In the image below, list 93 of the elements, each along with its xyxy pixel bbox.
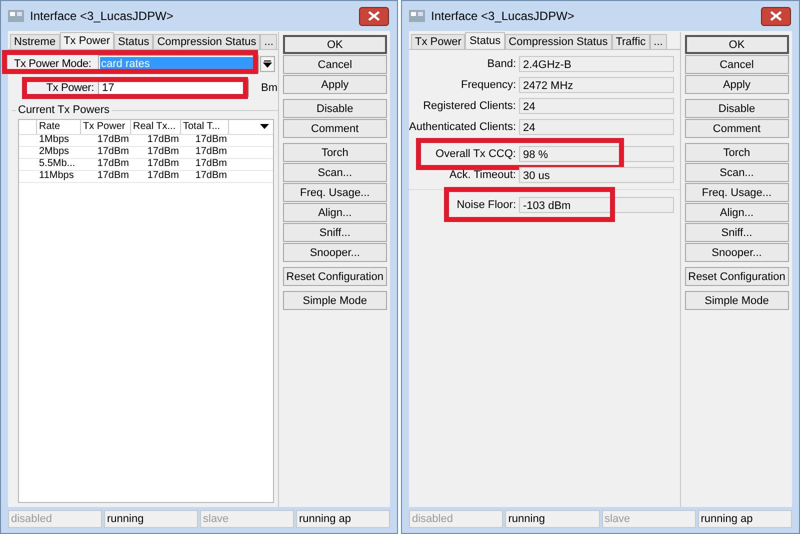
close-icon <box>770 11 782 21</box>
tab[interactable]: Status <box>114 34 154 49</box>
window-title: Interface <3_LucasJDPW> <box>30 9 174 23</box>
table-cell-text: 2Mbps <box>38 147 70 158</box>
table-cell-text: 5.5Mb... <box>38 159 76 170</box>
dialog-button[interactable]: Cancel <box>684 55 789 74</box>
table-cell-text: 17dBm <box>96 135 130 146</box>
table-cell-text: 11Mbps <box>38 171 75 182</box>
table-cell-text: 17dBm <box>96 147 130 158</box>
tab[interactable]: ... <box>260 34 278 49</box>
field-label: Tx Power Mode: <box>13 58 92 70</box>
status-cell: running <box>104 510 198 528</box>
status-cell: slave <box>200 510 294 528</box>
dialog-button[interactable]: Apply <box>282 75 387 94</box>
close-button[interactable] <box>761 6 791 26</box>
tab[interactable]: Tx Power <box>411 34 466 49</box>
dialog-button[interactable]: Align... <box>282 203 387 222</box>
table-cell-text: 17dBm <box>146 147 180 158</box>
dialog-button[interactable]: Disable <box>282 99 387 118</box>
value-field: 30 us <box>519 166 674 182</box>
dialog-button[interactable]: Comment <box>684 119 789 138</box>
dialog-button[interactable]: Align... <box>684 203 789 222</box>
status-cell: disabled <box>409 510 504 528</box>
window-icon <box>8 9 24 23</box>
column-header[interactable]: Total T... <box>181 120 229 134</box>
table-cell-text: 17dBm <box>146 135 180 146</box>
table-cell-text: 17dBm <box>96 159 130 170</box>
dialog-button[interactable]: Freq. Usage... <box>684 183 789 202</box>
table-cell-text: 17dBm <box>146 171 180 182</box>
tab[interactable]: Compression Status <box>153 34 260 49</box>
dialog-button[interactable]: Snooper... <box>684 243 789 262</box>
field-label: Frequency: <box>460 78 517 90</box>
tab[interactable]: Nstreme <box>10 34 60 49</box>
dialog-button[interactable]: Comment <box>282 119 387 138</box>
dialog-button[interactable]: Snooper... <box>282 243 387 262</box>
table-cell-text: 17dBm <box>146 159 180 170</box>
window-icon <box>409 9 425 23</box>
dialog-button[interactable]: Reset Configuration <box>684 267 789 286</box>
column-header[interactable]: Tx Power <box>81 120 131 134</box>
dialog-button[interactable]: OK <box>684 35 789 54</box>
value-field: 98 % <box>519 146 674 162</box>
status-cell: slave <box>602 510 696 528</box>
dialog-button[interactable]: Apply <box>684 75 789 94</box>
value-field: 24 <box>519 118 674 134</box>
status-cell: running ap <box>296 510 390 528</box>
dialog-button[interactable]: Sniff... <box>684 223 789 242</box>
dropdown-button[interactable] <box>260 56 275 72</box>
table-cell-text: 17dBm <box>96 171 130 182</box>
column-header[interactable]: Rate <box>37 120 81 134</box>
value-field: -103 dBm <box>519 196 674 212</box>
value-field: 2472 MHz <box>519 76 674 92</box>
dialog-button[interactable]: Freq. Usage... <box>282 183 387 202</box>
tab[interactable]: Tx Power <box>60 32 114 49</box>
column-header[interactable]: Real Tx... <box>131 120 181 134</box>
unit-label: Bm <box>261 82 278 94</box>
table-cell-text: 17dBm <box>194 159 228 170</box>
status-cell: running ap <box>698 510 792 528</box>
dialog-button[interactable]: Torch <box>282 143 387 162</box>
dialog-button[interactable]: Cancel <box>282 55 387 74</box>
status-cell: running <box>505 510 600 528</box>
close-button[interactable] <box>359 6 389 26</box>
value-field: 24 <box>519 98 674 114</box>
table-cell-text: 1Mbps <box>38 135 70 146</box>
tab[interactable]: Traffic <box>612 34 650 49</box>
dialog-button[interactable]: Torch <box>684 143 789 162</box>
tab[interactable]: ... <box>650 34 667 49</box>
table-cell-text: 17dBm <box>194 135 228 146</box>
caret-icon <box>263 60 272 68</box>
field-label: Noise Floor: <box>456 198 517 210</box>
dialog-button[interactable]: Sniff... <box>282 223 387 242</box>
value-field: 2.4GHz-B <box>519 56 674 72</box>
field-label: Band: <box>486 58 517 70</box>
dialog-button[interactable]: Simple Mode <box>282 291 387 310</box>
tab[interactable]: Status <box>465 32 505 49</box>
field-label: Ack. Timeout: <box>448 168 517 180</box>
group-title: Current Tx Powers <box>16 104 112 116</box>
field-label: Tx Power: <box>45 82 95 94</box>
dialog-button[interactable]: Reset Configuration <box>282 267 387 286</box>
dialog-button[interactable]: Scan... <box>282 163 387 182</box>
close-icon <box>368 11 380 21</box>
tab[interactable]: Compression Status <box>504 34 612 49</box>
dialog-button[interactable]: Simple Mode <box>684 291 789 310</box>
dialog-button[interactable]: Disable <box>684 99 789 118</box>
window-title: Interface <3_LucasJDPW> <box>431 9 576 23</box>
field-label: Overall Tx CCQ: <box>434 148 517 160</box>
table-cell-text: 17dBm <box>194 171 228 182</box>
table-cell-text: 17dBm <box>194 147 228 158</box>
status-cell: disabled <box>8 510 102 528</box>
field-label: Registered Clients: <box>422 100 517 112</box>
field-label: Authenticated Clients: <box>409 120 518 132</box>
caret-icon <box>260 124 269 130</box>
dialog-button[interactable]: OK <box>282 35 387 54</box>
dialog-button[interactable]: Scan... <box>684 163 789 182</box>
